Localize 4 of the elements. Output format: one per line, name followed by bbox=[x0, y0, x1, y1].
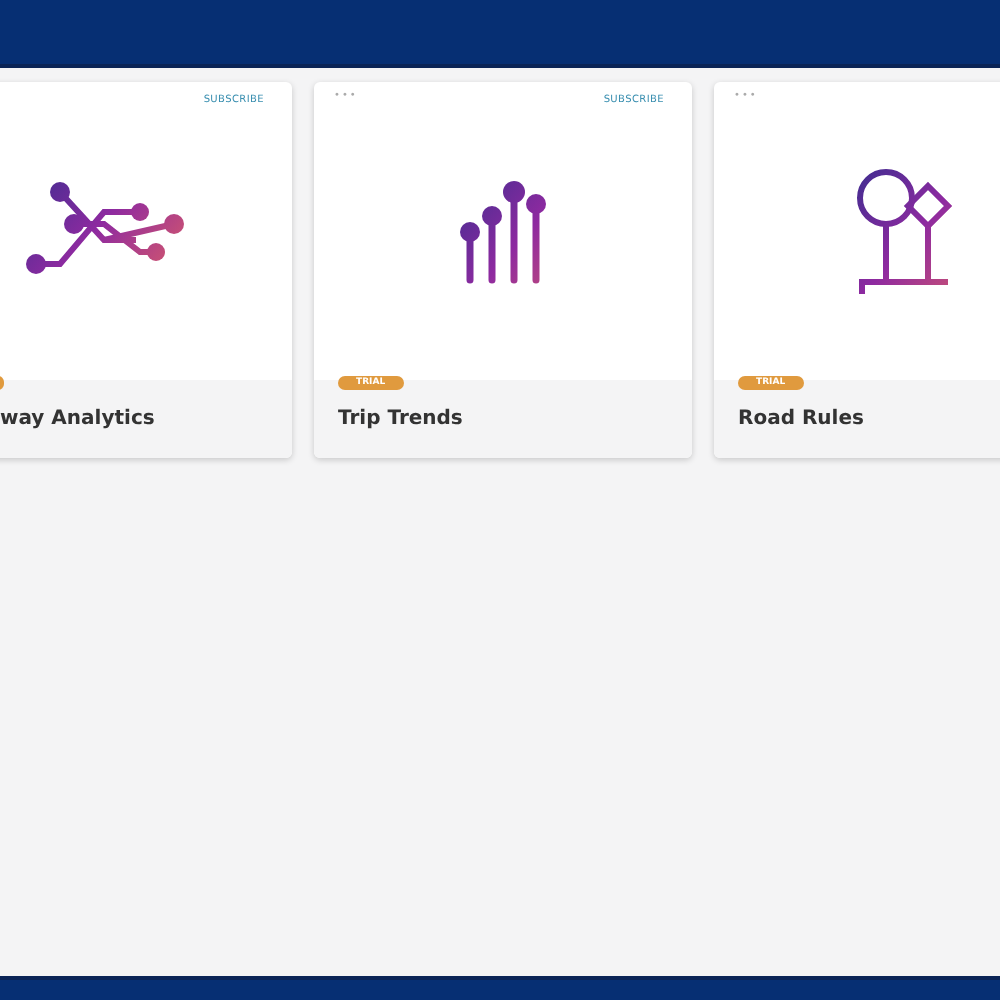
card-title: Trip Trends bbox=[338, 408, 465, 430]
circle-and-diamond-sign-icon bbox=[851, 165, 955, 297]
card-title: Road Rules bbox=[738, 408, 866, 430]
card-title: way Analytics bbox=[0, 408, 157, 430]
